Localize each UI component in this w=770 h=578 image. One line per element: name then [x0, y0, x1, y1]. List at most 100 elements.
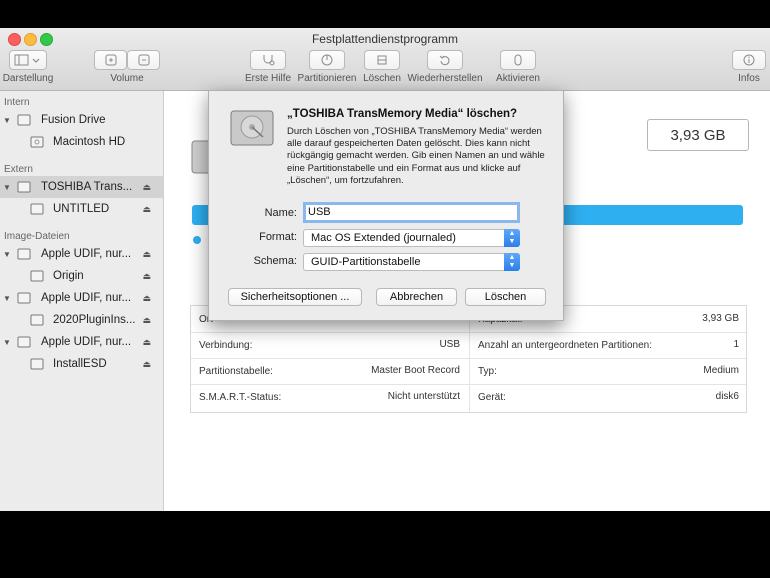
- sidebar-item-untitled[interactable]: UNTITLED ⏏: [0, 198, 163, 220]
- disclosure-triangle-icon[interactable]: ▼: [3, 338, 11, 347]
- sidebar-item-apple-udif-3[interactable]: ▼ Apple UDIF, nur... ⏏: [0, 331, 163, 353]
- toolbar: Festplattendienstprogramm Darstellung Vo…: [0, 28, 770, 91]
- erase-icon: [377, 55, 387, 65]
- name-label: Name:: [264, 207, 297, 219]
- sidebar-item-toshiba[interactable]: ▼ TOSHIBA Trans... ⏏: [0, 176, 163, 198]
- first-aid-label: Erste Hilfe: [244, 73, 292, 84]
- disclosure-triangle-icon[interactable]: ▼: [3, 183, 11, 192]
- disk-image-icon: [17, 248, 31, 260]
- remove-volume-button[interactable]: [127, 50, 160, 70]
- sidebar-item-label: Apple UDIF, nur...: [41, 292, 132, 304]
- info-button[interactable]: [732, 50, 766, 70]
- capacity-badge: 3,93 GB: [647, 119, 749, 151]
- info-label: Gerät:: [478, 391, 506, 403]
- format-select-value: Mac OS Extended (journaled): [311, 232, 456, 244]
- erase-dialog: „TOSHIBA TransMemory Media“ löschen? Dur…: [208, 90, 564, 321]
- eject-icon[interactable]: ⏏: [142, 249, 151, 260]
- sidebar-item-label: UNTITLED: [53, 203, 110, 215]
- format-label: Format:: [259, 231, 297, 243]
- sidebar-item-apple-udif-1[interactable]: ▼ Apple UDIF, nur... ⏏: [0, 243, 163, 265]
- sidebar-item-2020plugin[interactable]: 2020PluginIns... ⏏: [0, 309, 163, 331]
- eject-icon[interactable]: ⏏: [142, 293, 151, 304]
- window-title: Festplattendienstprogramm: [311, 32, 459, 46]
- info-label: Verbindung:: [199, 339, 253, 351]
- info-table: Ort Extern Verbindung: USB Partitionstab…: [190, 305, 747, 413]
- sidebar-item-origin[interactable]: Origin ⏏: [0, 265, 163, 287]
- legend-dot: [193, 236, 201, 244]
- dialog-title: „TOSHIBA TransMemory Media“ löschen?: [287, 108, 518, 120]
- volume-label: Volume: [110, 73, 144, 84]
- volume-icon: [30, 136, 44, 148]
- mount-icon: [514, 54, 522, 66]
- partition-button[interactable]: [309, 50, 345, 70]
- sidebar-item-label: Apple UDIF, nur...: [41, 248, 132, 260]
- eject-icon[interactable]: ⏏: [142, 271, 151, 282]
- info-value: Medium: [703, 365, 739, 376]
- volume-icon: [30, 203, 44, 215]
- eject-icon[interactable]: ⏏: [142, 359, 151, 370]
- dialog-message: Durch Löschen von „TOSHIBA TransMemory M…: [287, 126, 545, 186]
- restore-button[interactable]: [427, 50, 463, 70]
- schema-label: Schema:: [253, 255, 297, 267]
- info-value: disk6: [715, 391, 739, 402]
- section-intern: Intern: [4, 97, 30, 108]
- volume-icon: [30, 358, 44, 370]
- volume-icon: [30, 270, 44, 282]
- drive-icon: [17, 181, 31, 193]
- sidebar-item-label: Origin: [53, 270, 84, 282]
- info-value: 3,93 GB: [702, 313, 739, 324]
- mount-label: Aktivieren: [496, 73, 540, 84]
- info-label: Anzahl an untergeordneten Partitionen:: [478, 339, 653, 351]
- schema-select[interactable]: GUID-Partitionstabelle ▲ ▼: [303, 253, 520, 271]
- disk-image-icon: [17, 292, 31, 304]
- disclosure-triangle-icon[interactable]: ▼: [3, 250, 11, 259]
- hard-drive-icon: [230, 110, 274, 146]
- remove-volume-icon: [138, 54, 149, 66]
- info-value: Nicht unterstützt: [387, 391, 460, 402]
- sidebar-item-label: Macintosh HD: [53, 136, 126, 148]
- info-value: USB: [439, 339, 460, 350]
- select-arrows-icon: ▲ ▼: [504, 229, 520, 247]
- eject-icon[interactable]: ⏏: [142, 337, 151, 348]
- first-aid-button[interactable]: [250, 50, 286, 70]
- sidebar-item-fusion-drive[interactable]: ▼ Fusion Drive: [0, 109, 163, 131]
- stethoscope-icon: [263, 55, 275, 66]
- disk-utility-window: Festplattendienstprogramm Darstellung Vo…: [0, 28, 770, 511]
- row-divider: [191, 358, 746, 359]
- disclosure-triangle-icon[interactable]: ▼: [3, 116, 11, 125]
- info-icon: [743, 54, 755, 66]
- cancel-button[interactable]: Abbrechen: [376, 288, 457, 306]
- erase-confirm-button[interactable]: Löschen: [465, 288, 546, 306]
- erase-label: Löschen: [363, 73, 401, 84]
- drive-icon: [17, 114, 31, 126]
- security-options-button[interactable]: Sicherheitsoptionen ...: [228, 288, 362, 306]
- sidebar-item-label: InstallESD: [53, 358, 107, 370]
- info-value: 1: [733, 339, 739, 350]
- info-label: Partitionstabelle:: [199, 365, 273, 377]
- disclosure-triangle-icon[interactable]: ▼: [3, 294, 11, 303]
- darstellung-button[interactable]: [9, 50, 47, 70]
- name-input[interactable]: USB: [303, 202, 520, 223]
- sidebar-item-label: TOSHIBA Trans...: [41, 181, 133, 193]
- row-divider: [191, 332, 746, 333]
- sidebar-item-label: 2020PluginIns...: [53, 314, 136, 326]
- info-label: Typ:: [478, 365, 497, 377]
- disk-image-icon: [17, 336, 31, 348]
- info-label: S.M.A.R.T.-Status:: [199, 391, 282, 403]
- sidebar-item-apple-udif-2[interactable]: ▼ Apple UDIF, nur... ⏏: [0, 287, 163, 309]
- restore-label: Wiederherstellen: [407, 73, 483, 84]
- add-volume-button[interactable]: [94, 50, 127, 70]
- format-select[interactable]: Mac OS Extended (journaled) ▲ ▼: [303, 229, 520, 247]
- sidebar-item-macintosh-hd[interactable]: Macintosh HD: [0, 131, 163, 153]
- mount-button[interactable]: [500, 50, 536, 70]
- column-divider: [469, 306, 470, 412]
- eject-icon[interactable]: ⏏: [142, 204, 151, 215]
- eject-icon[interactable]: ⏏: [142, 182, 151, 193]
- restore-icon: [439, 55, 450, 66]
- schema-select-value: GUID-Partitionstabelle: [311, 256, 421, 268]
- erase-button[interactable]: [364, 50, 400, 70]
- sidebar-icon: [14, 54, 40, 66]
- sidebar-item-installesd[interactable]: InstallESD ⏏: [0, 353, 163, 375]
- eject-icon[interactable]: ⏏: [142, 315, 151, 326]
- partition-label: Partitionieren: [297, 73, 357, 84]
